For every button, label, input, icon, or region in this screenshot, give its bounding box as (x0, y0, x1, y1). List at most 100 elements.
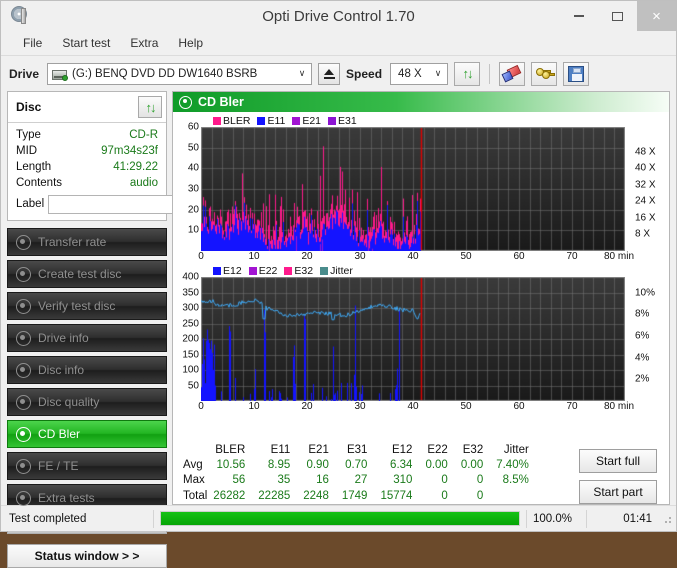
status-message: Test completed (9, 512, 87, 525)
sidebar-item-create-test-disc[interactable]: Create test disc (7, 260, 167, 288)
x-tick-label: 60 (513, 401, 525, 412)
x-tick-label: 80 min (603, 401, 635, 412)
stats-cell: 0 (476, 474, 484, 487)
disc-panel-header: Disc ↑↓ (8, 92, 166, 123)
menu-file[interactable]: File (13, 33, 52, 53)
sidebar-item-label: Disc info (38, 363, 85, 377)
drive-select[interactable]: (G:) BENQ DVD DD DW1640 BSRB ∨ (47, 62, 313, 85)
progress-fill (161, 512, 519, 525)
refresh-icon: ↑↓ (145, 99, 157, 115)
close-button[interactable]: × (637, 1, 676, 31)
menu-bar: File Start test Extra Help (1, 31, 676, 55)
y-tick-label: 50 (187, 380, 199, 391)
settings-button[interactable] (531, 61, 558, 86)
disc-row-value: audio (129, 177, 158, 189)
table-row: Avg 10.56 8.95 0.90 0.70 6.34 0.00 0.00 … (183, 457, 538, 473)
stats-cell: 8.5% (502, 474, 529, 487)
disc-row-value: 97m34s23f (101, 145, 158, 157)
eject-button[interactable] (318, 62, 341, 85)
e12-plot-canvas[interactable] (201, 277, 625, 401)
sidebar-item-transfer-rate[interactable]: Transfer rate (7, 228, 167, 256)
sidebar-item-cd-bler[interactable]: CD Bler (7, 420, 167, 448)
speed-select[interactable]: 48 X ∨ (390, 62, 449, 85)
x-tick-label: 80 min (603, 251, 635, 262)
y-tick-label: 400 (182, 271, 199, 283)
toolbar: Drive (G:) BENQ DVD DD DW1640 BSRB ∨ Spe… (1, 55, 676, 91)
stats-cell: 2248 (303, 490, 329, 503)
status-window-button[interactable]: Status window > > (7, 544, 167, 568)
y2-tick-label: 8 X (635, 228, 651, 240)
minimize-button[interactable] (559, 1, 598, 31)
clear-button[interactable] (499, 61, 526, 86)
drive-label: Drive (9, 66, 40, 81)
legend-swatch (213, 116, 221, 125)
action-buttons: Start full Start part (579, 443, 665, 504)
maximize-button[interactable] (598, 1, 637, 31)
sidebar-item-label: Verify test disc (38, 299, 116, 313)
stats-cell: 26282 (213, 490, 246, 503)
x-tick-label: 50 (460, 251, 472, 262)
refresh-icon: ↑↓ (462, 66, 474, 81)
refresh-button[interactable]: ↑↓ (454, 61, 481, 86)
legend-swatch (328, 116, 337, 125)
window-controls: × (559, 1, 676, 31)
eraser-icon (501, 64, 522, 82)
sidebar-item-disc-info[interactable]: Disc info (7, 356, 167, 384)
drive-select-value: (G:) BENQ DVD DD DW1640 BSRB (72, 67, 258, 80)
disc-info-list: Type CD-R MID 97m34s23f Length 41:29.22 … (8, 123, 249, 220)
menu-start-test[interactable]: Start test (52, 33, 120, 53)
start-part-button[interactable]: Start part (579, 480, 657, 504)
y2-tick-label: 32 X (635, 179, 656, 191)
disc-icon (16, 234, 31, 250)
sidebar-item-fe-te[interactable]: FE / TE (7, 452, 167, 480)
sidebar-item-label: Transfer rate (38, 235, 107, 249)
y2-tick-label: 24 X (635, 195, 656, 207)
stats-col-e22: E22 (427, 444, 448, 456)
y2-tick-label: 48 X (635, 146, 656, 158)
app-window: Opti Drive Control 1.70 × File Start tes… (0, 0, 677, 568)
disc-row-length: Length 41:29.22 (16, 159, 158, 175)
disc-row-mid: MID 97m34s23f (16, 143, 158, 159)
stats-cell: 56 (232, 474, 246, 487)
y-tick-label: 10 (187, 224, 199, 236)
start-full-button[interactable]: Start full (579, 449, 657, 473)
sidebar-item-drive-info[interactable]: Drive info (7, 324, 167, 352)
speed-select-value: 48 X (398, 67, 422, 80)
stats-cell: 0 (476, 490, 484, 503)
stats-col-e11: E11 (270, 444, 291, 456)
y-tick-label: 30 (187, 183, 199, 195)
disc-icon (16, 490, 31, 506)
stats-cell: 0.00 (460, 458, 484, 471)
panel-header: CD Bler (173, 92, 669, 112)
x-tick-label: 70 (566, 251, 578, 262)
chevron-down-icon: ∨ (298, 68, 306, 78)
disc-icon (16, 362, 31, 378)
sidebar-item-disc-quality[interactable]: Disc quality (7, 388, 167, 416)
charts-area: BLER E11 E21 E31 10 20 30 40 50 60 8 X 16 X 24 … (173, 112, 669, 439)
stats-cell: 8.95 (267, 458, 291, 471)
menu-extra[interactable]: Extra (120, 33, 168, 53)
sidebar-item-label: CD Bler (38, 427, 81, 441)
menu-help[interactable]: Help (168, 33, 213, 53)
drive-icon (52, 67, 69, 81)
y-tick-label: 50 (187, 142, 199, 154)
toolbar-divider (489, 63, 491, 84)
stats-table: BLER E11 E21 E31 E12 E22 E32 Jitter Avg (183, 443, 538, 504)
disc-row-value: 41:29.22 (113, 161, 158, 173)
disc-label-row: Label (16, 193, 249, 215)
disc-icon (16, 394, 31, 410)
table-row: Total 26282 22285 2248 1749 15774 0 0 (183, 488, 538, 504)
resize-grip[interactable] (660, 512, 674, 526)
bler-plot-canvas[interactable] (201, 127, 625, 251)
save-button[interactable] (563, 61, 590, 86)
elapsed-time: 01:41 (586, 509, 658, 528)
legend-label: E21 (302, 114, 322, 127)
disc-row-key: Contents (16, 177, 63, 189)
speed-label: Speed (346, 66, 383, 81)
y2-tick-label: 2% (635, 373, 650, 385)
panel-cd-bler: CD Bler BLER E11 E21 E31 10 20 30 40 50 … (172, 91, 670, 505)
progress-track (160, 511, 520, 526)
sidebar-item-verify-test-disc[interactable]: Verify test disc (7, 292, 167, 320)
disc-refresh-button[interactable]: ↑↓ (138, 96, 162, 118)
stats-row-label: Avg (183, 458, 203, 471)
